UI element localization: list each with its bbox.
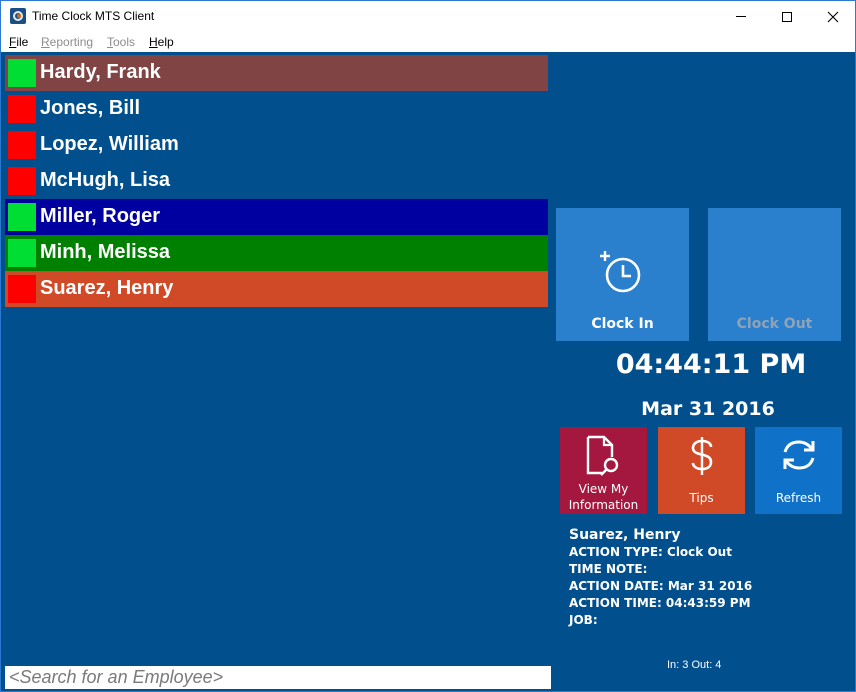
employee-row[interactable]: Miller, Roger — [5, 199, 548, 235]
view-my-information-label: View My Information — [560, 481, 647, 513]
employee-row[interactable]: McHugh, Lisa — [5, 163, 548, 199]
employee-row[interactable]: Minh, Melissa — [5, 235, 548, 271]
employee-row[interactable]: Hardy, Frank — [5, 55, 548, 91]
menu-tools[interactable]: Tools — [107, 35, 135, 49]
menu-reporting-label: eporting — [49, 35, 94, 49]
employee-name: Jones, Bill — [40, 97, 141, 119]
menu-file-label: ile — [16, 35, 29, 49]
menu-help-label: elp — [157, 35, 174, 49]
clock-out-button[interactable]: Clock Out — [708, 208, 841, 341]
status-indicator — [8, 203, 36, 231]
clock-in-button[interactable]: Clock In — [556, 208, 689, 341]
document-search-icon — [586, 435, 619, 476]
view-my-information-button[interactable]: View My Information — [560, 427, 647, 514]
employee-name: McHugh, Lisa — [40, 169, 171, 191]
last-action-time-note: TIME NOTE: — [569, 562, 648, 576]
last-action-date: ACTION DATE: Mar 31 2016 — [569, 579, 753, 593]
maximize-icon — [782, 11, 792, 22]
employee-name: Lopez, William — [40, 133, 179, 155]
maximize-button[interactable] — [764, 1, 810, 32]
app-window: Time Clock MTS Client File Reporting Too… — [0, 0, 856, 692]
current-time: 04:44:11 PM — [615, 349, 807, 380]
minimize-button[interactable] — [718, 1, 764, 32]
refresh-button[interactable]: Refresh — [755, 427, 842, 514]
employee-row[interactable]: Jones, Bill — [5, 91, 548, 127]
view-my-information-line2: Information — [568, 498, 639, 512]
last-action-time: ACTION TIME: 04:43:59 PM — [569, 596, 751, 610]
tips-label: Tips — [689, 491, 714, 505]
title-bar: Time Clock MTS Client — [1, 1, 855, 32]
close-button[interactable] — [810, 1, 856, 32]
status-indicator — [8, 95, 36, 123]
menu-help-accel: H — [149, 35, 158, 49]
clock-out-label: Clock Out — [736, 316, 813, 332]
in-out-counts: In: 3 Out: 4 — [667, 659, 722, 671]
last-action-employee: Suarez, Henry — [569, 527, 681, 543]
minimize-icon — [736, 16, 746, 17]
refresh-label: Refresh — [775, 491, 822, 505]
clock-in-label: Clock In — [591, 316, 654, 332]
close-icon — [827, 11, 839, 22]
tips-button[interactable]: Tips — [658, 427, 745, 514]
menu-file[interactable]: File — [9, 35, 28, 49]
status-indicator — [8, 239, 36, 267]
main-content: Hardy, Frank Jones, Bill Lopez, William … — [1, 52, 855, 691]
menu-help[interactable]: Help — [149, 35, 174, 49]
employee-name: Hardy, Frank — [40, 61, 161, 83]
window-title: Time Clock MTS Client — [32, 9, 155, 23]
clock-plus-icon — [600, 251, 641, 293]
employee-list: Hardy, Frank Jones, Bill Lopez, William … — [5, 55, 548, 307]
refresh-icon — [783, 440, 815, 470]
view-my-information-line1: View My — [578, 482, 629, 496]
last-action-type: ACTION TYPE: Clock Out — [569, 545, 732, 559]
current-date: Mar 31 2016 — [641, 398, 775, 420]
last-action-job: JOB: — [569, 613, 598, 627]
dollar-icon — [691, 437, 713, 475]
employee-name: Miller, Roger — [40, 205, 161, 227]
menu-tools-label: ools — [113, 35, 136, 49]
employee-name: Minh, Melissa — [40, 241, 171, 263]
status-indicator — [8, 59, 36, 87]
app-clock-icon — [10, 8, 26, 24]
last-action-info: Suarez, Henry ACTION TYPE: Clock Out TIM… — [569, 527, 752, 629]
status-indicator — [8, 167, 36, 195]
employee-row[interactable]: Suarez, Henry — [5, 271, 548, 307]
employee-name: Suarez, Henry — [40, 277, 174, 299]
menu-reporting-accel: R — [41, 35, 50, 49]
employee-row[interactable]: Lopez, William — [5, 127, 548, 163]
status-indicator — [8, 131, 36, 159]
employee-search-input[interactable] — [5, 666, 551, 689]
menu-bar: File Reporting Tools Help — [1, 32, 855, 52]
status-indicator — [8, 275, 36, 303]
menu-reporting[interactable]: Reporting — [41, 35, 93, 49]
